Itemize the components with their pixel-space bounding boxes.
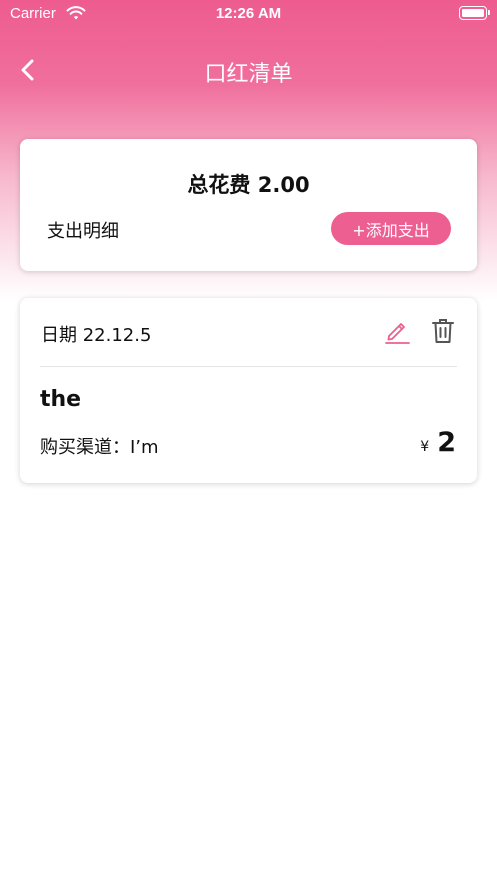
battery-icon [459, 6, 490, 20]
purchase-channel: 购买渠道：I’m [40, 437, 159, 458]
add-expense-button[interactable]: +添加支出 [331, 212, 451, 245]
divider [40, 366, 457, 367]
trash-icon[interactable] [432, 318, 454, 344]
total-spent: 总花费 2.00 [187, 173, 310, 197]
record-price: ¥ 2 [420, 427, 456, 459]
price-amount: 2 [437, 427, 456, 458]
expense-record-card: 日期 22.12.5 the 购买渠道：I’m ¥ 2 [20, 298, 477, 483]
navigation-bar: 口红清单 [0, 40, 497, 100]
expense-detail-label: 支出明细 [47, 221, 119, 242]
clock: 12:26 AM [215, 5, 282, 22]
currency-symbol: ¥ [420, 439, 430, 455]
record-date: 日期 22.12.5 [41, 325, 152, 346]
record-item-name: the [40, 387, 82, 412]
pencil-icon[interactable] [384, 318, 410, 344]
status-bar: Carrier 12:26 AM [0, 0, 497, 28]
summary-card: 总花费 2.00 支出明细 +添加支出 [20, 139, 477, 271]
page-title: 口红清单 [204, 62, 293, 87]
